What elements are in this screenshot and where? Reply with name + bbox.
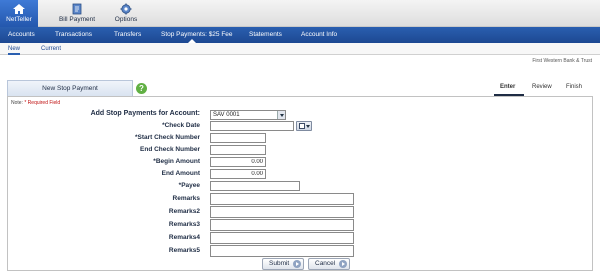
submit-button-label: Submit (269, 260, 290, 267)
remarks-field[interactable] (210, 193, 354, 205)
nav-statements[interactable]: Statements (243, 27, 288, 43)
cancel-button[interactable]: Cancel (308, 258, 350, 270)
chevron-down-icon (306, 125, 310, 128)
gear-icon (120, 3, 132, 15)
begin-amount-label: *Begin Amount (153, 158, 200, 165)
stop-payment-form: Note: * Required Field Add Stop Payments… (7, 96, 593, 271)
home-icon (13, 4, 25, 14)
arrow-right-icon (339, 260, 347, 268)
check-date-field[interactable] (210, 121, 294, 131)
end-amount-field[interactable] (210, 169, 266, 179)
nav-account-info[interactable]: Account Info (295, 27, 343, 43)
end-amount-label: End Amount (161, 170, 200, 177)
remarks-label: Remarks (172, 195, 200, 202)
remarks4-label: Remarks4 (168, 234, 200, 241)
institution-name: First Western Bank & Trust (532, 58, 592, 64)
tab-new-stop-payment[interactable]: New Stop Payment (7, 80, 133, 97)
subnav-new[interactable]: New (8, 43, 21, 55)
cancel-button-label: Cancel (315, 260, 336, 267)
chevron-down-icon (277, 111, 285, 119)
main-navigation: Accounts Transactions Transfers Stop Pay… (0, 27, 600, 43)
end-check-label: End Check Number (140, 146, 200, 153)
toolbar-bill-payment-label: Bill Payment (58, 16, 96, 23)
remarks5-label: Remarks5 (168, 247, 200, 254)
account-select-value: SAV 0001 (213, 112, 240, 118)
start-check-field[interactable] (210, 133, 266, 143)
calendar-icon (299, 123, 305, 129)
required-note: Note: * Required Field (11, 100, 60, 106)
account-select[interactable]: SAV 0001 (210, 110, 286, 120)
begin-amount-field[interactable] (210, 157, 266, 167)
remarks2-label: Remarks2 (168, 208, 200, 215)
note-prefix: Note: (11, 100, 23, 106)
note-required: * Required Field (24, 100, 61, 106)
help-icon[interactable]: ? (136, 83, 147, 94)
payee-label: *Payee (178, 182, 200, 189)
calendar-button[interactable] (296, 121, 312, 131)
remarks3-label: Remarks3 (168, 221, 200, 228)
step-enter: Enter (500, 84, 516, 90)
remarks4-field[interactable] (210, 232, 354, 244)
remarks3-field[interactable] (210, 219, 354, 231)
nav-stop-payments[interactable]: Stop Payments: $25 Fee (155, 27, 239, 43)
step-finish: Finish (566, 84, 583, 90)
remarks5-field[interactable] (210, 245, 354, 257)
toolbar-options-label: Options (114, 16, 138, 23)
submit-button[interactable]: Submit (262, 258, 304, 270)
nav-accounts[interactable]: Accounts (2, 27, 41, 43)
check-date-label: *Check Date (162, 122, 200, 129)
step-review: Review (532, 84, 552, 90)
nav-transactions[interactable]: Transactions (49, 27, 98, 43)
toolbar-bill-payment[interactable]: Bill Payment (52, 0, 102, 27)
bill-payment-icon (72, 3, 82, 15)
start-check-label: *Start Check Number (134, 134, 200, 141)
app-toolbar: NetTeller Bill Payment Options (0, 0, 600, 27)
arrow-right-icon (293, 260, 301, 268)
toolbar-netteller[interactable]: NetTeller (0, 0, 38, 27)
toolbar-netteller-label: NetTeller (6, 16, 32, 23)
remarks2-field[interactable] (210, 206, 354, 218)
payee-field[interactable] (210, 181, 300, 191)
subnav-current[interactable]: Current (41, 43, 61, 55)
toolbar-options[interactable]: Options (110, 0, 142, 27)
sub-navigation: New Current (0, 43, 600, 55)
account-label: Add Stop Payments for Account: (90, 110, 200, 117)
end-check-field[interactable] (210, 145, 266, 155)
nav-transfers[interactable]: Transfers (108, 27, 147, 43)
